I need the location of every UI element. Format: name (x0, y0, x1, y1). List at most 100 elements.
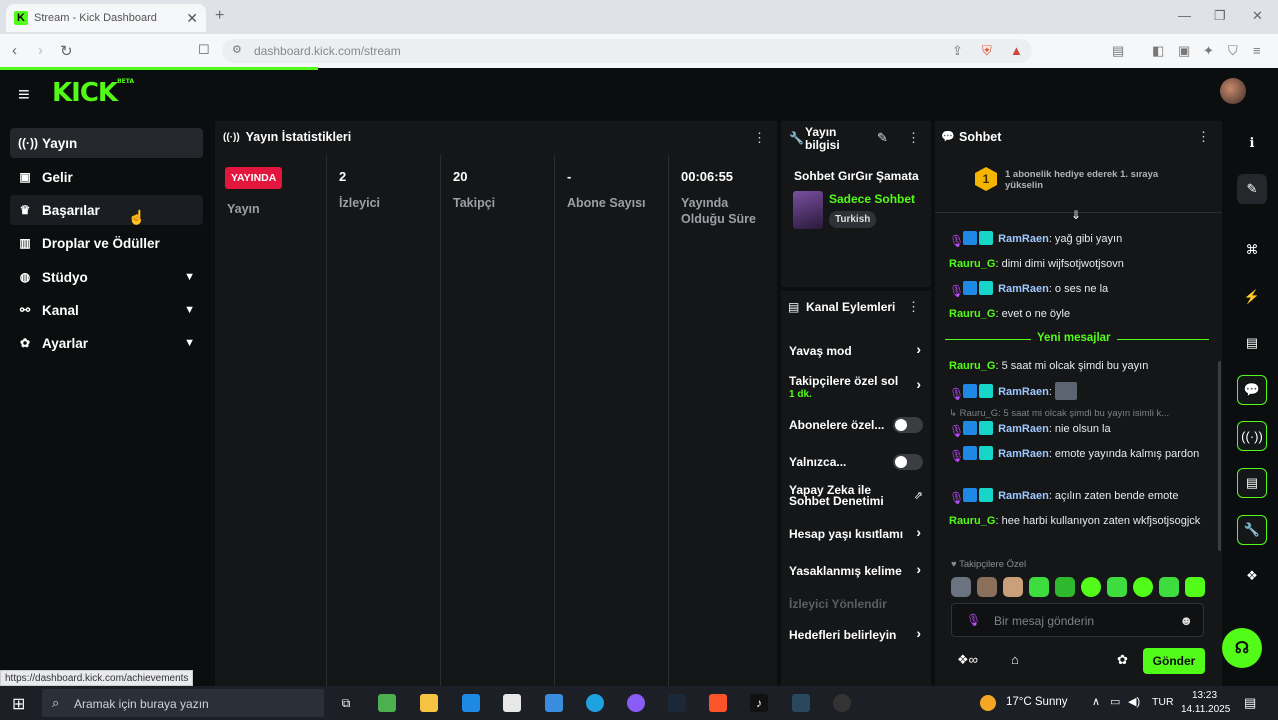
share-icon[interactable]: ⇪ (952, 43, 963, 59)
clock-date[interactable]: 14.11.2025 (1181, 704, 1230, 715)
edit-icon[interactable]: ✎ (1237, 174, 1267, 204)
notification-icon[interactable]: ▤ (1244, 695, 1256, 711)
photos-icon[interactable] (503, 694, 521, 712)
points-icon[interactable]: ❖∞ (957, 652, 978, 668)
tray-chevron-icon[interactable]: ∧ (1092, 695, 1100, 708)
reply-preview[interactable]: ↳ Rauru_G: 5 saat mi olcak şimdi bu yayı… (949, 406, 1205, 422)
maximize-icon[interactable]: ❐ (1214, 8, 1226, 24)
volume-icon[interactable]: ◀) (1128, 695, 1140, 708)
new-tab-button[interactable]: + (215, 7, 224, 25)
subs-only-toggle[interactable] (893, 417, 923, 433)
set-goals-row[interactable]: Hedefleri belirleyin › (781, 625, 931, 645)
site-info-icon[interactable]: ⚙ (232, 43, 242, 56)
kebab-menu-icon[interactable]: ⋮ (907, 299, 920, 315)
windows-start-icon[interactable]: ⊞ (12, 694, 25, 714)
minecraft-icon[interactable] (378, 694, 396, 712)
vpn-icon[interactable]: ⛉ (1228, 43, 1238, 59)
banned-words-row[interactable]: Yasaklanmış kelime › (781, 561, 931, 581)
add-widget-icon[interactable]: ❖ (1237, 561, 1267, 591)
steam-icon[interactable] (668, 694, 686, 712)
slow-mode-row[interactable]: Yavaş mod › (781, 341, 931, 361)
kick-logo[interactable]: KICKBETA (52, 78, 134, 108)
emote-6[interactable] (1081, 577, 1101, 597)
bookmark-icon[interactable]: ☐ (198, 42, 210, 58)
sidebar-item-droplar[interactable]: ▥ Droplar ve Ödüller (10, 228, 203, 258)
user-avatar[interactable] (1220, 78, 1246, 104)
edit-pencil-icon[interactable]: ✎ (877, 130, 888, 146)
lightning-icon[interactable]: ⚡ (1237, 282, 1267, 312)
kebab-menu-icon[interactable]: ⋮ (1197, 129, 1210, 145)
weather-text[interactable]: 17°C Sunny (1006, 696, 1068, 708)
browser-tab[interactable]: K Stream - Kick Dashboard ✕ (6, 4, 206, 32)
clock-time[interactable]: 13:23 (1192, 690, 1217, 701)
url-field[interactable]: ⚙ dashboard.kick.com/stream (222, 39, 1032, 63)
emotes-only-toggle[interactable] (893, 454, 923, 470)
back-icon[interactable]: ‹ (12, 42, 17, 59)
emote-7[interactable] (1107, 577, 1127, 597)
support-headset-icon[interactable]: ☊ (1222, 628, 1262, 668)
followers-only-row[interactable]: Takipçilere özel sol 1 dk. › (781, 372, 931, 402)
brave-shield-icon[interactable]: ⛨ (982, 43, 992, 59)
stream-info-toggle-icon[interactable]: 🔧 (1237, 515, 1267, 545)
notes-icon[interactable]: ▤ (1237, 328, 1267, 358)
copilot-icon[interactable] (627, 694, 645, 712)
store-icon[interactable]: ⌂ (1011, 652, 1019, 667)
gift-leaderboard[interactable]: 1 1 abonelik hediye ederek 1. sıraya yük… (935, 155, 1222, 213)
chat-input[interactable]: 🎙 Bir mesaj gönderin ☻ (951, 603, 1204, 637)
app-icon[interactable] (545, 694, 563, 712)
sidebar-item-studyo[interactable]: ◍ Stüdyo ▼ (10, 262, 203, 292)
task-view-icon[interactable]: ⧉ (337, 694, 355, 712)
mail-icon[interactable] (462, 694, 480, 712)
emote-3[interactable] (1003, 577, 1023, 597)
emote-10[interactable] (1185, 577, 1205, 597)
kebab-menu-icon[interactable]: ⋮ (753, 130, 766, 146)
file-explorer-icon[interactable] (420, 694, 438, 712)
category-thumbnail[interactable] (793, 191, 823, 229)
forward-icon[interactable]: › (38, 42, 43, 59)
brave-icon[interactable] (709, 694, 727, 712)
broadcast-toggle-icon[interactable]: ((·)) (1237, 421, 1267, 451)
emote-5[interactable] (1055, 577, 1075, 597)
emote-1[interactable] (951, 577, 971, 597)
info-icon[interactable]: ℹ (1237, 128, 1267, 158)
emotes-only-row[interactable]: Yalnızca... (781, 452, 931, 472)
chat-scrollbar[interactable] (1218, 361, 1221, 551)
category-name[interactable]: Sadece Sohbet (829, 192, 915, 206)
sidebar-item-gelir[interactable]: ▣ Gelir (10, 162, 203, 192)
language-indicator[interactable]: TUR (1152, 696, 1174, 708)
obs-icon[interactable] (833, 694, 851, 712)
close-tab-icon[interactable]: ✕ (186, 10, 198, 27)
sidebar-item-kanal[interactable]: ⚯ Kanal ▼ (10, 295, 203, 325)
channel-actions-toggle-icon[interactable]: ▤ (1237, 468, 1267, 498)
account-age-row[interactable]: Hesap yaşı kısıtlamı › (781, 524, 931, 544)
brave-rewards-icon[interactable]: ▲ (1010, 43, 1023, 58)
menu-icon[interactable]: ≡ (1253, 43, 1261, 58)
reload-icon[interactable]: ↻ (60, 42, 73, 60)
pinned-down-icon[interactable]: ⇓ (1071, 208, 1081, 222)
wallet-icon[interactable]: ▣ (1178, 43, 1190, 59)
sidebar-toggle-icon[interactable]: ◧ (1152, 43, 1164, 59)
chat-settings-gear-icon[interactable]: ✿ (1117, 652, 1128, 668)
ai-moderation-row[interactable]: Yapay Zeka ile Sohbet Denetimi ⇗ (781, 484, 931, 512)
chat-toggle-icon[interactable]: 💬 (1237, 375, 1267, 405)
edge-icon[interactable] (586, 694, 604, 712)
emoji-icon[interactable]: ☻ (1179, 613, 1193, 628)
taskbar-search[interactable]: ⌕ Aramak için buraya yazın (42, 689, 324, 717)
steam-2-icon[interactable] (792, 694, 810, 712)
kebab-menu-icon[interactable]: ⋮ (907, 130, 920, 146)
tiktok-icon[interactable]: ♪ (750, 694, 768, 712)
network-icon[interactable]: ▭ (1110, 695, 1120, 708)
send-button[interactable]: Gönder (1143, 648, 1205, 674)
scene-icon[interactable]: ⌘ (1237, 235, 1267, 265)
sidebar-item-ayarlar[interactable]: ✿ Ayarlar ▼ (10, 328, 203, 358)
sidebar-item-basarilar[interactable]: ♛ Başarılar ☝ (10, 195, 203, 225)
reader-icon[interactable]: ▤ (1112, 43, 1124, 59)
emote-9[interactable] (1159, 577, 1179, 597)
hamburger-menu-icon[interactable]: ≡ (18, 84, 30, 107)
emote-8[interactable] (1133, 577, 1153, 597)
minimize-icon[interactable]: — (1178, 8, 1191, 23)
subs-only-row[interactable]: Abonelere özel... (781, 415, 931, 435)
emote-2[interactable] (977, 577, 997, 597)
leo-ai-icon[interactable]: ✦ (1203, 43, 1214, 59)
sidebar-item-yayin[interactable]: ((·)) Yayın (10, 128, 203, 158)
